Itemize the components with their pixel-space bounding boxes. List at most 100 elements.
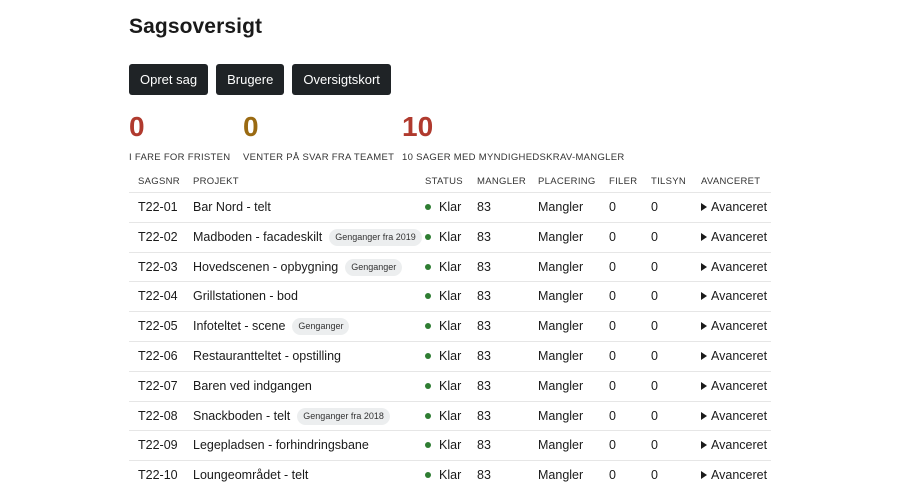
defects-count: 83 <box>477 229 491 244</box>
header-mangler: MANGLER <box>477 176 527 187</box>
inspections-count: 0 <box>651 378 658 393</box>
project-cell: Hovedscenen - opbygning Genganger <box>193 253 403 282</box>
placement-value: Mangler <box>538 200 584 214</box>
advanced-label: Avanceret <box>711 289 768 304</box>
header-sagsnr: SAGSNR <box>138 176 180 187</box>
advanced-toggle[interactable]: Avanceret <box>701 342 767 371</box>
status-cell: Klar <box>425 461 461 485</box>
defects-count: 83 <box>477 259 491 274</box>
table-row: T22-10 Loungeområdet - telt Klar 83 Mang… <box>129 461 771 485</box>
status-cell: Klar <box>425 193 461 222</box>
project-name[interactable]: Loungeområdet - telt <box>193 468 308 482</box>
project-name[interactable]: Grillstationen - bod <box>193 289 298 303</box>
defects-count: 83 <box>477 378 491 393</box>
table-row: T22-07 Baren ved indgangen Klar 83 Mangl… <box>129 372 771 402</box>
project-name[interactable]: Restaurantteltet - opstilling <box>193 349 341 363</box>
case-number[interactable]: T22-01 <box>138 193 178 222</box>
status-dot-icon <box>425 323 431 330</box>
project-name[interactable]: Infoteltet - scene <box>193 319 285 333</box>
status-text: Klar <box>439 200 462 214</box>
inspections-count: 0 <box>651 319 658 334</box>
advanced-toggle[interactable]: Avanceret <box>701 223 767 252</box>
caret-right-icon <box>701 262 707 271</box>
case-number[interactable]: T22-03 <box>138 253 178 282</box>
advanced-label: Avanceret <box>711 229 768 244</box>
table-row: T22-03 Hovedscenen - opbygning Genganger … <box>129 253 771 283</box>
header-filer: FILER <box>609 176 638 187</box>
advanced-label: Avanceret <box>711 259 768 274</box>
inspections-count: 0 <box>651 468 658 483</box>
opret-sag-button[interactable]: Opret sag <box>129 64 209 95</box>
table-row: T22-04 Grillstationen - bod Klar 83 Mang… <box>129 282 771 313</box>
advanced-label: Avanceret <box>711 200 768 214</box>
case-number[interactable]: T22-10 <box>138 461 178 485</box>
advanced-toggle[interactable]: Avanceret <box>701 253 767 282</box>
table-header: SAGSNR PROJEKT STATUS MANGLER PLACERING … <box>129 170 771 193</box>
files-count: 0 <box>609 200 616 214</box>
case-number[interactable]: T22-08 <box>138 402 178 431</box>
stat-label: 10 SAGER MED MYNDIGHEDSKRAV-MANGLER <box>402 152 625 163</box>
case-number[interactable]: T22-09 <box>138 431 178 460</box>
advanced-toggle[interactable]: Avanceret <box>701 282 767 311</box>
advanced-label: Avanceret <box>711 468 768 483</box>
caret-right-icon <box>701 441 707 450</box>
advanced-toggle[interactable]: Avanceret <box>701 402 767 431</box>
project-name[interactable]: Bar Nord - telt <box>193 200 271 214</box>
recurring-tag: Genganger <box>292 318 350 336</box>
advanced-label: Avanceret <box>711 378 768 393</box>
inspections-count: 0 <box>651 289 658 304</box>
files-count: 0 <box>609 289 616 304</box>
status-cell: Klar <box>425 372 461 401</box>
header-tilsyn: TILSYN <box>651 176 687 187</box>
case-number[interactable]: T22-02 <box>138 223 178 252</box>
inspections-count: 0 <box>651 259 658 274</box>
project-cell: Infoteltet - scene Genganger <box>193 312 350 341</box>
status-dot-icon <box>425 293 431 300</box>
brugere-button[interactable]: Brugere <box>216 64 285 95</box>
advanced-toggle[interactable]: Avanceret <box>701 372 767 401</box>
status-cell: Klar <box>425 431 461 460</box>
files-count: 0 <box>609 348 616 363</box>
status-text: Klar <box>439 408 462 423</box>
project-name[interactable]: Baren ved indgangen <box>193 379 312 393</box>
case-number[interactable]: T22-05 <box>138 312 178 341</box>
status-dot-icon <box>425 204 431 210</box>
project-name[interactable]: Snackboden - telt <box>193 409 290 423</box>
placement-value: Mangler <box>538 348 584 363</box>
project-name[interactable]: Madboden - facadeskilt <box>193 230 322 244</box>
advanced-toggle[interactable]: Avanceret <box>701 431 767 460</box>
status-dot-icon <box>425 382 431 389</box>
status-dot-icon <box>425 442 431 449</box>
case-number[interactable]: T22-04 <box>138 282 178 311</box>
advanced-toggle[interactable]: Avanceret <box>701 461 767 485</box>
inspections-count: 0 <box>651 408 658 423</box>
status-text: Klar <box>439 319 462 334</box>
recurring-tag: Genganger fra 2019 <box>329 228 422 246</box>
status-cell: Klar <box>425 253 461 282</box>
status-cell: Klar <box>425 223 461 252</box>
advanced-label: Avanceret <box>711 408 768 423</box>
placement-value: Mangler <box>538 378 584 393</box>
status-cell: Klar <box>425 312 461 341</box>
case-number[interactable]: T22-06 <box>138 342 178 371</box>
table-body: T22-01 Bar Nord - telt Klar 83 Mangler 0… <box>129 193 771 485</box>
inspections-count: 0 <box>651 438 658 453</box>
advanced-toggle[interactable]: Avanceret <box>701 312 767 341</box>
caret-right-icon <box>701 322 707 331</box>
stat-authority-defects: 10 10 SAGER MED MYNDIGHEDSKRAV-MANGLER <box>402 111 624 163</box>
inspections-count: 0 <box>651 348 658 363</box>
status-dot-icon <box>425 412 431 419</box>
project-name[interactable]: Hovedscenen - opbygning <box>193 260 338 274</box>
header-avanceret: AVANCERET <box>701 176 761 187</box>
table-row: T22-05 Infoteltet - scene Genganger Klar … <box>129 312 771 342</box>
project-name[interactable]: Legepladsen - forhindringsbane <box>193 438 369 452</box>
oversigtskort-button[interactable]: Oversigtskort <box>292 64 391 95</box>
project-cell: Grillstationen - bod <box>193 282 298 311</box>
files-count: 0 <box>609 259 616 274</box>
table-row: T22-02 Madboden - facadeskilt Genganger f… <box>129 223 771 253</box>
advanced-toggle[interactable]: Avanceret <box>701 193 767 222</box>
project-cell: Madboden - facadeskilt Genganger fra 2019 <box>193 223 422 252</box>
status-cell: Klar <box>425 282 461 311</box>
caret-right-icon <box>701 232 707 241</box>
case-number[interactable]: T22-07 <box>138 372 178 401</box>
